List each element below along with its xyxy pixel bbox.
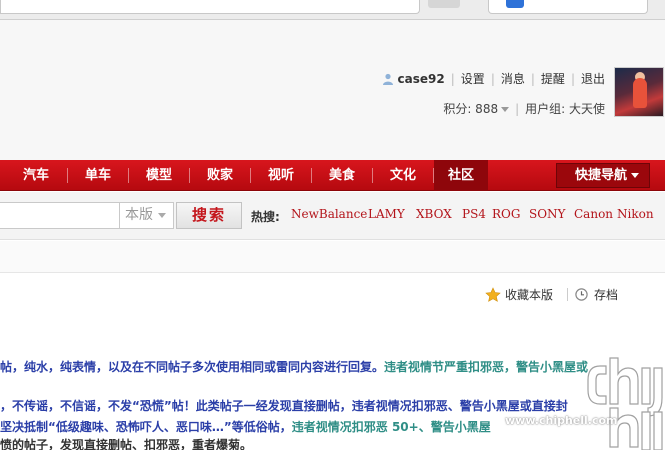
points-dropdown[interactable]: 积分: 888 — [443, 100, 510, 117]
chevron-down-icon — [158, 212, 166, 218]
nav-item-food[interactable]: 美食 — [314, 160, 370, 191]
separator: | — [570, 71, 575, 86]
hot-search-newbalance[interactable]: NewBalance — [291, 207, 367, 221]
rule-text: 坚决抵制“低级趣味、恐怖吓人、恶口味…”等低俗帖， — [0, 420, 292, 434]
rule-text: 违者视情节严重扣邪恶，警告小黑屋或 — [384, 360, 589, 374]
notifications-link[interactable]: 提醒 — [541, 70, 565, 87]
separator: | — [450, 71, 455, 86]
rule-text: 帖，纯水，纯表情，以及在不同帖子多次使用相同或雷同内容进行回复。 — [0, 360, 385, 374]
rule-line-2: ，不传谣，不信谣，不发“恐慌”帖！此类帖子一经发现直接删帖，违者视情况扣邪恶、警… — [0, 397, 568, 414]
extension-icon[interactable] — [506, 0, 524, 8]
search-scope-label: 本版 — [125, 207, 153, 223]
main-nav: 汽车 单车 模型 败家 视听 美食 文化 社区 快捷导航 — [0, 160, 665, 191]
favorite-forum-link[interactable]: 收藏本版 — [485, 286, 553, 303]
hot-search-nikon[interactable]: Nikon — [617, 207, 654, 221]
reader-button[interactable] — [428, 0, 460, 8]
site-header: case92 | 设置 | 消息 | 提醒 | 退出 积分: 888 | 用户组… — [0, 20, 665, 160]
nav-item-av[interactable]: 视听 — [253, 160, 309, 191]
points-label: 积分: 888 — [443, 102, 499, 116]
user-info: 积分: 888 | 用户组: 大天使 — [443, 100, 605, 117]
chiphell-watermark-logo — [587, 357, 663, 450]
logout-link[interactable]: 退出 — [581, 70, 605, 87]
watermark-url: www.chiphell.com — [505, 414, 618, 427]
nav-item-bike[interactable]: 单车 — [70, 160, 126, 191]
rule-text: 违者视情况扣邪恶 50+、警告小黑屋 — [291, 420, 491, 434]
search-scope-select[interactable]: 本版 — [119, 202, 174, 229]
hot-search-xbox[interactable]: XBOX — [416, 207, 452, 221]
archive-label: 存档 — [594, 288, 619, 302]
favorite-label: 收藏本版 — [505, 288, 554, 302]
archive-link[interactable]: 存档 — [575, 286, 618, 303]
hot-search-rog[interactable]: ROG — [492, 207, 520, 221]
nav-item-auto[interactable]: 汽车 — [8, 160, 64, 191]
separator: | — [530, 71, 535, 86]
messages-link[interactable]: 消息 — [501, 70, 525, 87]
user-icon — [382, 73, 393, 85]
username-link[interactable]: case92 — [398, 72, 445, 86]
address-bar[interactable] — [0, 0, 420, 14]
quick-nav-label: 快捷导航 — [575, 168, 628, 183]
search-bar: 本版 搜索 热搜: NewBalance LAMY XBOX PS4 ROG S… — [0, 192, 665, 240]
rule-text: 愤的帖子，发现直接删帖、扣邪恶，重者爆菊。 — [0, 438, 253, 450]
chevron-down-icon — [501, 107, 510, 112]
separator: | — [515, 101, 520, 116]
search-input[interactable] — [0, 202, 120, 229]
rule-text: ，不传谣，不信谣，不发“恐慌”帖！此类帖子一经发现直接删帖，违者视情况扣邪恶、警… — [0, 399, 568, 413]
hot-search-canon[interactable]: Canon — [574, 207, 613, 221]
chevron-down-icon — [631, 173, 640, 178]
hot-search-label: 热搜: — [251, 210, 280, 224]
search-button[interactable]: 搜索 — [176, 202, 242, 229]
user-group-link[interactable]: 用户组: 大天使 — [525, 100, 605, 117]
nav-item-model[interactable]: 模型 — [131, 160, 187, 191]
user-bar: case92 | 设置 | 消息 | 提醒 | 退出 — [382, 70, 605, 87]
avatar[interactable] — [614, 67, 664, 117]
clock-icon — [575, 288, 588, 301]
hot-search-sony[interactable]: SONY — [529, 207, 565, 221]
hot-search-lamy[interactable]: LAMY — [368, 207, 405, 221]
browser-top-strip — [0, 0, 665, 20]
breadcrumb-strip — [0, 241, 665, 273]
rule-line-3: 坚决抵制“低级趣味、恐怖吓人、恶口味…”等低俗帖，违者视情况扣邪恶 50+、警告… — [0, 418, 491, 435]
star-icon — [485, 286, 501, 302]
hot-search-ps4[interactable]: PS4 — [462, 207, 486, 221]
rule-line-4: 愤的帖子，发现直接删帖、扣邪恶，重者爆菊。 — [0, 436, 252, 450]
nav-item-culture[interactable]: 文化 — [375, 160, 431, 191]
separator: | — [490, 71, 495, 86]
nav-item-shopping[interactable]: 败家 — [192, 160, 248, 191]
quick-nav-button[interactable]: 快捷导航 — [556, 163, 650, 188]
nav-item-community[interactable]: 社区 — [434, 160, 488, 191]
rule-line-1: 帖，纯水，纯表情，以及在不同帖子多次使用相同或雷同内容进行回复。违者视情节严重扣… — [0, 358, 588, 375]
settings-link[interactable]: 设置 — [461, 70, 485, 87]
